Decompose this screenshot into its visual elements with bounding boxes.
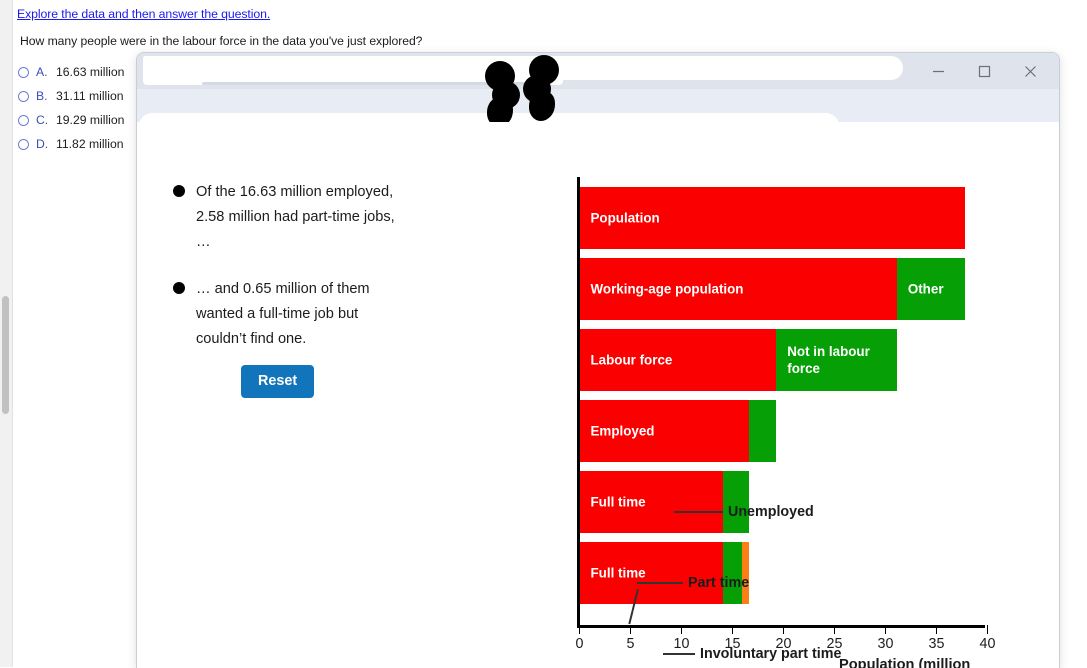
radio-icon-c[interactable] xyxy=(18,114,29,126)
page-scrollbar-thumb[interactable] xyxy=(2,296,9,414)
answer-option-c[interactable]: C. 19.29 million xyxy=(18,108,148,132)
question-text: How many people were in the labour force… xyxy=(20,34,423,48)
callout-unemployed: Unemployed xyxy=(728,504,814,520)
explanation-bullet-2: … and 0.65 million of them wanted a full… xyxy=(173,277,403,352)
radio-icon-a[interactable] xyxy=(18,66,29,78)
minimize-icon xyxy=(932,70,944,72)
x-tick-label: 5 xyxy=(626,636,635,652)
answer-options-list: A. 16.63 million B. 31.11 million C. 19.… xyxy=(18,60,148,156)
explanation-panel: Of the 16.63 million employed, 2.58 mill… xyxy=(173,180,403,374)
bullet-dot-icon xyxy=(173,282,185,294)
answer-option-d[interactable]: D. 11.82 million xyxy=(18,132,148,156)
option-letter-a: A. xyxy=(36,65,48,79)
x-tick xyxy=(884,625,887,634)
x-tick-label: 40 xyxy=(979,636,996,652)
x-axis xyxy=(577,625,985,628)
x-tick xyxy=(935,625,938,634)
callout-leader-line xyxy=(637,582,683,584)
bar-segment-label: Employed xyxy=(590,423,655,439)
bar-segment[interactable] xyxy=(722,471,750,533)
x-tick-label: 10 xyxy=(673,636,690,652)
bar-segment-label: Labour force xyxy=(590,352,673,368)
bar-segment-label: Not in labour force xyxy=(787,344,870,376)
ink-scribble-annotation xyxy=(485,55,585,129)
x-tick xyxy=(986,625,989,634)
radio-icon-d[interactable] xyxy=(18,138,29,150)
bar-segment-label: Full time xyxy=(590,565,646,581)
x-tick-label: 35 xyxy=(928,636,945,652)
callout-leader-line xyxy=(663,653,695,655)
explanation-bullet-2-text: … and 0.65 million of them wanted a full… xyxy=(196,281,370,347)
x-tick xyxy=(680,625,683,634)
bar-segment[interactable]: Full time xyxy=(579,542,723,604)
window-toolbar[interactable] xyxy=(137,89,1059,153)
callout-involuntary-part-time: Involuntary part time xyxy=(700,646,842,662)
option-letter-b: B. xyxy=(36,89,48,103)
explanation-bullet-1-text: Of the 16.63 million employed, 2.58 mill… xyxy=(196,184,395,250)
window-content: Of the 16.63 million employed, 2.58 mill… xyxy=(137,122,1059,668)
bar-segment[interactable]: Full time xyxy=(579,471,723,533)
bar-segment[interactable]: Employed xyxy=(579,400,750,462)
reset-button[interactable]: Reset xyxy=(241,365,315,398)
option-value-a: 16.63 million xyxy=(56,65,125,79)
callout-part-time: Part time xyxy=(688,575,750,591)
x-tick xyxy=(629,625,632,634)
x-tick-label: 0 xyxy=(575,636,584,652)
page-scrollbar-track[interactable] xyxy=(0,0,13,667)
option-letter-d: D. xyxy=(36,137,49,151)
explanation-bullet-1: Of the 16.63 million employed, 2.58 mill… xyxy=(173,180,403,255)
x-tick xyxy=(731,625,734,634)
callout-leader-line xyxy=(674,511,723,513)
option-value-d: 11.82 million xyxy=(56,137,124,151)
bar-segment[interactable]: Labour force xyxy=(579,329,777,391)
close-button[interactable] xyxy=(1007,53,1053,89)
answer-option-b[interactable]: B. 31.11 million xyxy=(18,84,148,108)
x-tick xyxy=(578,625,581,634)
option-value-b: 31.11 million xyxy=(56,89,124,103)
x-tick xyxy=(782,625,785,634)
option-value-c: 19.29 million xyxy=(56,113,125,127)
bar-segment-label: Working-age population xyxy=(590,281,744,297)
radio-icon-b[interactable] xyxy=(18,90,29,102)
bar-segment-label: Full time xyxy=(590,494,646,510)
maximize-icon xyxy=(978,65,990,77)
bar-segment[interactable]: Other xyxy=(896,258,966,320)
bar-segment-label: Other xyxy=(907,281,944,297)
x-tick-label: 30 xyxy=(877,636,894,652)
bullet-dot-icon xyxy=(173,185,185,197)
explore-data-link[interactable]: Explore the data and then answer the que… xyxy=(17,7,270,21)
window-controls xyxy=(915,53,1053,89)
bar-segment[interactable] xyxy=(722,542,743,604)
app-window: Of the 16.63 million employed, 2.58 mill… xyxy=(136,52,1060,668)
bar-segment[interactable]: Not in labour force xyxy=(776,329,897,391)
option-letter-c: C. xyxy=(36,113,49,127)
maximize-button[interactable] xyxy=(961,53,1007,89)
bar-segment[interactable]: Working-age population xyxy=(579,258,897,320)
answer-option-a[interactable]: A. 16.63 million xyxy=(18,60,148,84)
x-axis-title: Population (million xyxy=(839,657,971,668)
minimize-button[interactable] xyxy=(915,53,961,89)
bar-segment[interactable]: Population xyxy=(579,187,966,249)
x-tick xyxy=(833,625,836,634)
bar-segment-label: Population xyxy=(590,210,660,226)
close-icon xyxy=(1024,65,1036,77)
stacked-bar-chart: 0 5 10 15 20 25 30 35 40 Population Working-age p… xyxy=(437,177,1037,668)
bar-segment[interactable] xyxy=(742,542,750,604)
bar-segment[interactable] xyxy=(749,400,777,462)
title-faint-mark xyxy=(202,82,532,85)
